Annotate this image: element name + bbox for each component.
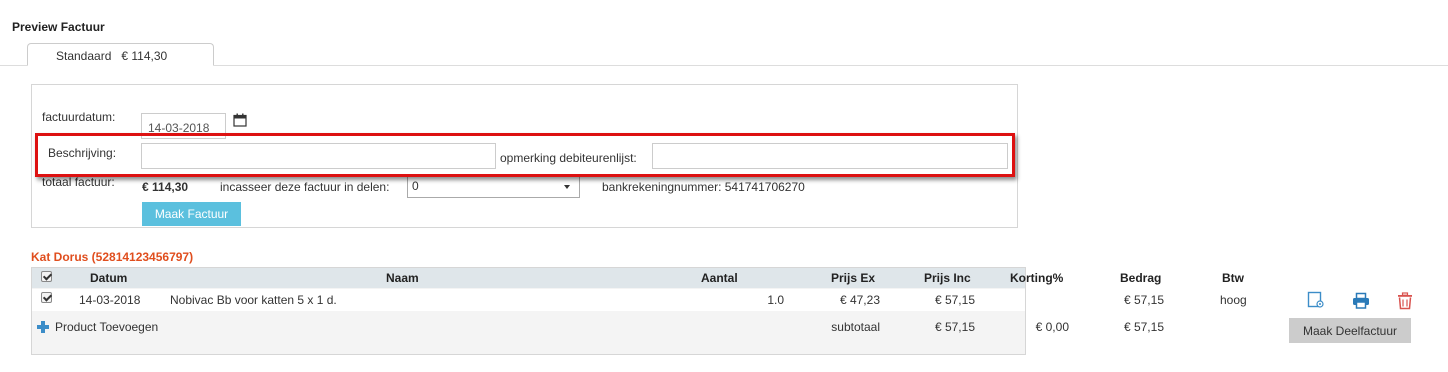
row-prijs-ex: € 47,23 <box>839 293 880 307</box>
page-title: Preview Factuur <box>12 20 105 34</box>
factuurdatum-label: factuurdatum: <box>42 110 116 124</box>
header-aantal: Aantal <box>701 271 738 285</box>
table-header <box>32 268 1025 288</box>
bankrekening-text: bankrekeningnummer: 541741706270 <box>602 180 805 194</box>
tab-label: Standaard <box>56 49 112 63</box>
subtotaal-label: subtotaal <box>831 320 880 334</box>
print-icon[interactable] <box>1352 292 1370 310</box>
tab-standaard[interactable]: Standaard € 114,30 <box>27 43 214 66</box>
maak-deelfactuur-button[interactable]: Maak Deelfactuur <box>1289 318 1411 343</box>
trash-icon[interactable] <box>1396 292 1414 310</box>
totaal-label: totaal factuur: <box>42 175 115 189</box>
highlight-box <box>35 133 1015 177</box>
row-prijs-inc: € 57,15 <box>934 293 975 307</box>
subtotaal-bedrag: € 57,15 <box>1123 320 1164 334</box>
row-bedrag: € 57,15 <box>1123 293 1164 307</box>
header-bedrag: Bedrag <box>1120 271 1162 285</box>
row-checkbox[interactable] <box>41 292 52 303</box>
subtotaal-prijs-inc: € 57,15 <box>934 320 975 334</box>
client-title: Kat Dorus (52814123456797) <box>31 250 194 264</box>
header-naam: Naam <box>386 271 419 285</box>
row-aantal: 1.0 <box>767 293 784 307</box>
header-prijs-ex: Prijs Ex <box>831 271 876 285</box>
incasseer-label: incasseer deze factuur in delen: <box>220 180 390 194</box>
row-datum: 14-03-2018 <box>79 293 141 307</box>
select-all-checkbox[interactable] <box>41 271 52 282</box>
header-korting: Korting% <box>1010 271 1064 285</box>
incasseer-value: 0 <box>412 179 419 193</box>
row-btw: hoog <box>1220 293 1247 307</box>
calendar-icon[interactable] <box>233 113 247 127</box>
header-btw: Btw <box>1222 271 1244 285</box>
subtotaal-korting: € 0,00 <box>1035 320 1069 334</box>
chevron-down-icon <box>564 185 570 189</box>
totaal-value: € 114,30 <box>142 180 189 194</box>
plus-icon[interactable] <box>37 321 49 333</box>
row-naam: Nobivac Bb voor katten 5 x 1 d. <box>170 293 337 307</box>
add-product-link[interactable]: Product Toevoegen <box>55 320 158 334</box>
tab-amount: € 114,30 <box>121 49 168 63</box>
preview-icon[interactable] <box>1307 291 1325 309</box>
maak-factuur-button[interactable]: Maak Factuur <box>142 202 241 226</box>
tab-bar-divider <box>0 65 1448 66</box>
incasseer-select[interactable]: 0 <box>407 175 580 198</box>
header-datum: Datum <box>90 271 128 285</box>
header-prijs-inc: Prijs Inc <box>924 271 971 285</box>
